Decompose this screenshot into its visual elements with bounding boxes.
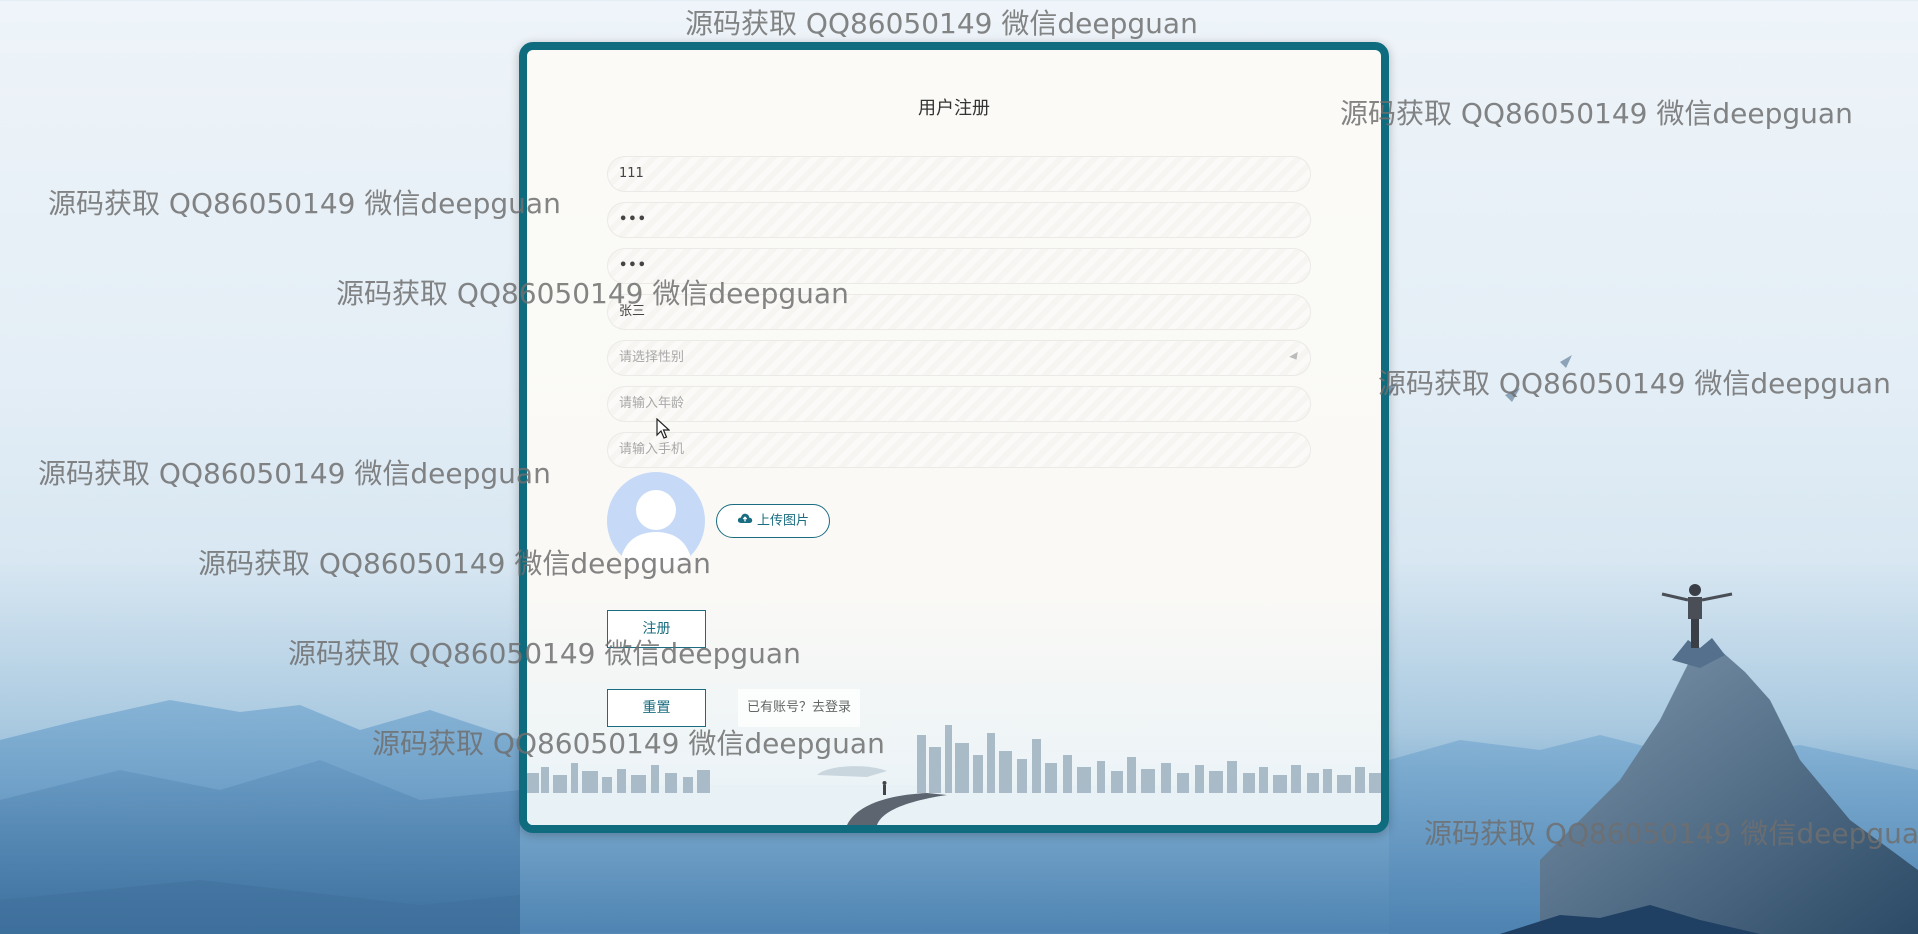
gender-placeholder: 请选择性别 [619, 350, 685, 365]
chevron-down-icon [1289, 351, 1301, 363]
phone-input[interactable]: 请输入手机 [607, 432, 1311, 468]
name-input[interactable]: 张三 [607, 294, 1311, 330]
user-silhouette-icon [619, 490, 693, 570]
confirm-password-input[interactable]: ••• [607, 248, 1311, 284]
city-skyline-illustration [527, 725, 1381, 825]
cloud-upload-icon [737, 505, 753, 537]
gender-select[interactable]: 请选择性别 [607, 340, 1311, 376]
register-card: 用户注册 111 ••• ••• 张三 请选择性别 请输入年龄 请输入手机 上传… [519, 42, 1389, 833]
password-input[interactable]: ••• [607, 202, 1311, 238]
upload-image-label: 上传图片 [756, 513, 809, 529]
mouse-cursor-icon [656, 418, 670, 439]
avatar [607, 472, 705, 570]
username-input[interactable]: 111 [607, 156, 1311, 192]
page-title: 用户注册 [918, 98, 990, 119]
register-button[interactable]: 注册 [607, 610, 706, 648]
age-input[interactable]: 请输入年龄 [607, 386, 1311, 422]
upload-image-button[interactable]: 上传图片 [716, 504, 830, 538]
